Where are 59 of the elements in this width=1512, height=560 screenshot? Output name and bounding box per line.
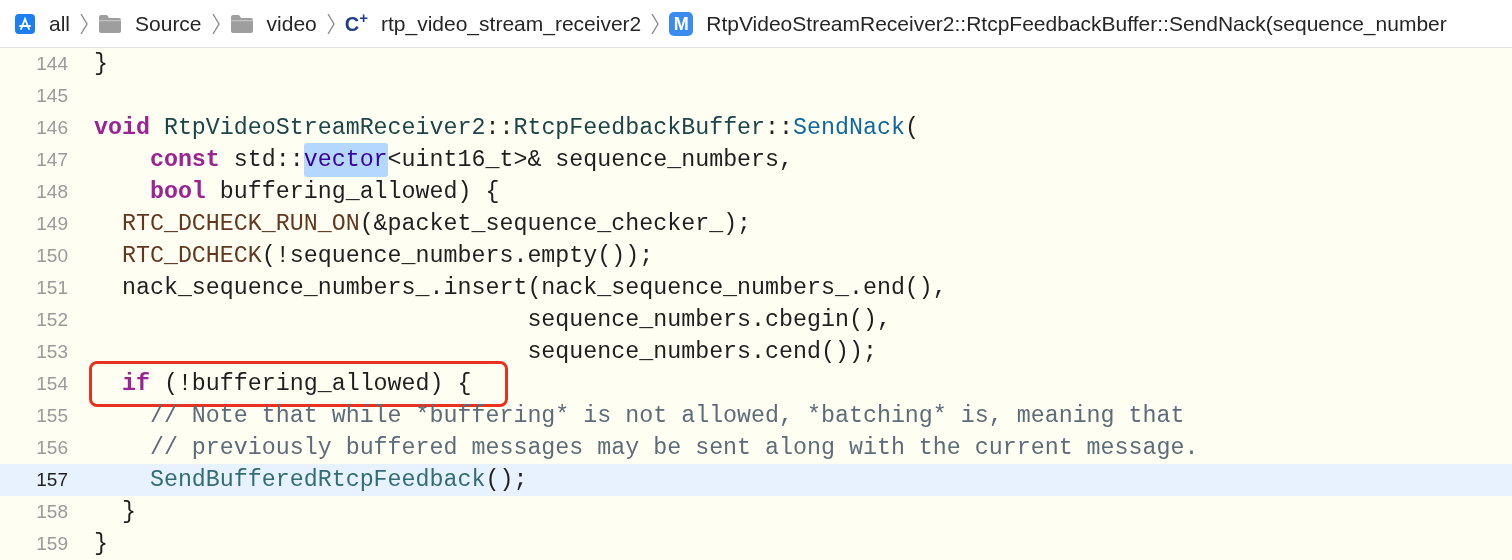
line-number: 158 <box>35 499 68 524</box>
chevron-icon <box>650 11 661 36</box>
folder-icon <box>229 13 254 34</box>
app-icon <box>14 12 36 35</box>
code-token: buffering_allowed) { <box>218 177 500 207</box>
code-token: } <box>94 529 108 559</box>
code-comment: // Note that while *buffering* is not allowed, *batching* is, meaning that <box>148 401 1185 431</box>
chevron-icon <box>79 11 89 36</box>
line-number: 159 <box>35 531 68 556</box>
breadcrumb-item[interactable]: rtp_video_stream_receiver2 <box>381 7 642 40</box>
line-number: 145 <box>35 83 68 108</box>
line-number: 155 <box>35 403 68 428</box>
code-token: (!buffering_allowed) { <box>162 369 472 399</box>
code-token: (!sequence_numbers.empty()); <box>261 241 654 271</box>
code-token: if <box>120 369 150 399</box>
line-number: 147 <box>35 147 68 172</box>
code-token: vector <box>303 142 388 178</box>
code-comment: // previously buffered messages may be sent along with the current message. <box>148 433 1199 463</box>
code-token: SendBufferedRtcpFeedback <box>148 465 486 495</box>
code-token: (); <box>485 465 528 495</box>
line-number: 154 <box>35 371 68 396</box>
chevron-icon <box>210 11 221 36</box>
breadcrumb-item[interactable]: video <box>266 7 317 40</box>
line-number: 151 <box>35 275 68 300</box>
code-token: RTC_DCHECK_RUN_ON <box>120 209 360 239</box>
line-number: 150 <box>35 243 68 268</box>
breadcrumb-item[interactable]: RtpVideoStreamReceiver2::RtcpFeedbackBuffer::SendNack(sequence_number <box>706 7 1447 40</box>
code-token: <uint16_t>& sequence_numbers, <box>387 145 794 175</box>
code-token: nack_sequence_numbers_.insert(nack_sequence_numbers_.end(), <box>120 273 947 303</box>
code-token: :: <box>485 113 514 143</box>
folder-icon <box>98 13 122 34</box>
code-token: RtcpFeedbackBuffer <box>513 113 766 143</box>
line-number: 146 <box>35 115 68 140</box>
code-token: sequence_numbers.cbegin(), <box>526 305 891 335</box>
line-number: 156 <box>35 435 68 460</box>
line-number: 148 <box>35 179 68 204</box>
code-token: std:: <box>232 145 304 175</box>
chevron-icon <box>325 11 336 36</box>
line-number: 153 <box>35 339 68 364</box>
cpp-file-icon: C$^{+}$ <box>344 13 368 34</box>
code-token: sequence_numbers.cend()); <box>526 337 877 367</box>
code-token: bool <box>148 177 206 207</box>
breadcrumb-item[interactable]: Source <box>135 7 202 40</box>
code-token: } <box>120 497 136 527</box>
code-token: RtpVideoStreamReceiver2 <box>162 113 486 143</box>
code-token: const <box>148 145 220 175</box>
line-number: 144 <box>35 51 68 76</box>
code-token: :: <box>765 113 794 143</box>
code-token: } <box>94 49 108 79</box>
code-token: SendNack <box>793 113 905 143</box>
line-number: 149 <box>35 211 68 236</box>
code-token: ( <box>904 113 919 143</box>
method-icon: M <box>669 11 694 36</box>
code-token: void <box>94 113 150 143</box>
breadcrumb-item[interactable]: all <box>49 7 70 40</box>
line-number: 152 <box>35 307 68 332</box>
code-token: RTC_DCHECK <box>120 241 262 271</box>
line-number: 157 <box>35 467 68 492</box>
code-token: (&packet_sequence_checker_); <box>359 209 752 239</box>
